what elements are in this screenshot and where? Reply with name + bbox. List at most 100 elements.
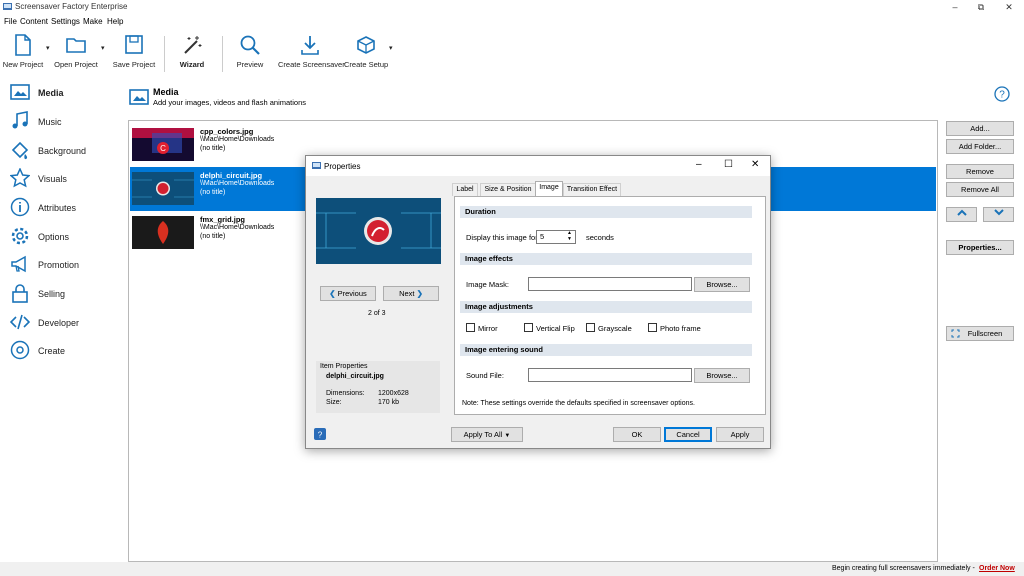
create-screensaver-button[interactable]: Create Screensaver — [278, 34, 345, 69]
tab-size-position[interactable]: Size & Position — [480, 183, 536, 196]
app-icon — [3, 3, 12, 10]
svg-text:?: ? — [318, 431, 323, 440]
properties-button[interactable]: Properties... — [946, 240, 1014, 255]
move-down-button[interactable] — [983, 207, 1014, 222]
browse-mask-button[interactable]: Browse... — [694, 277, 750, 292]
apply-button[interactable]: Apply — [716, 427, 764, 442]
open-project-label: Open Project — [54, 60, 98, 69]
mirror-checkbox[interactable]: Mirror — [466, 323, 498, 333]
help-icon[interactable]: ? — [314, 428, 326, 440]
thumbnail-fmx-grid — [132, 216, 194, 249]
dialog-minimize-button[interactable]: – — [696, 159, 702, 170]
menu-make[interactable]: Make — [83, 17, 103, 26]
browse-sound-button[interactable]: Browse... — [694, 368, 750, 383]
duration-section-header: Duration — [460, 206, 752, 218]
remove-all-button[interactable]: Remove All — [946, 182, 1014, 197]
stepper-arrows-icon[interactable]: ▲ ▼ — [567, 230, 572, 242]
dialog-maximize-button[interactable]: ☐ — [724, 159, 733, 170]
tab-transition-effect[interactable]: Transition Effect — [563, 183, 621, 196]
save-project-label: Save Project — [112, 60, 156, 69]
item-title: (no title) — [200, 233, 226, 240]
seconds-label: seconds — [586, 233, 614, 242]
download-icon — [301, 36, 319, 55]
sidebar-item-attributes[interactable]: Attributes — [8, 197, 118, 221]
previous-label: Previous — [337, 289, 367, 298]
cancel-button[interactable]: Cancel — [664, 427, 712, 442]
display-for-label: Display this image for — [466, 233, 538, 242]
tab-image[interactable]: Image — [535, 181, 563, 197]
folder-icon — [66, 38, 86, 53]
checkbox-box[interactable] — [586, 323, 595, 332]
close-button[interactable]: ✕ — [996, 0, 1022, 14]
chevron-down-icon — [993, 209, 1004, 216]
add-folder-button[interactable]: Add Folder... — [946, 139, 1014, 154]
sidebar-item-selling[interactable]: Selling — [8, 283, 118, 307]
duration-value: 5 — [540, 232, 545, 241]
help-icon[interactable]: ? — [994, 86, 1010, 102]
create-setup-dropdown-icon[interactable]: ▾ — [389, 44, 393, 52]
preview-button[interactable]: Preview — [230, 34, 270, 69]
media-icon — [10, 84, 30, 100]
sidebar-item-label: Create — [38, 346, 66, 356]
gear-icon — [11, 227, 29, 245]
photo-frame-checkbox[interactable]: Photo frame — [648, 323, 701, 333]
sidebar-item-media[interactable]: Media — [8, 82, 118, 106]
open-project-button[interactable]: Open Project — [54, 34, 98, 69]
menu-content[interactable]: Content — [20, 17, 48, 26]
package-icon — [357, 36, 375, 54]
wizard-button[interactable]: Wizard — [172, 34, 212, 69]
sidebar-item-developer[interactable]: Developer — [8, 312, 118, 336]
new-project-button[interactable]: New Project — [2, 34, 44, 69]
sidebar-item-create[interactable]: Create — [8, 340, 118, 364]
ok-button[interactable]: OK — [613, 427, 661, 442]
duration-stepper[interactable]: 5 ▲ ▼ — [536, 230, 576, 244]
menu-settings[interactable]: Settings — [51, 17, 80, 26]
size-value: 170 kb — [378, 399, 400, 406]
item-properties-panel: Item Properties delphi_circuit.jpg Dimen… — [316, 361, 440, 413]
create-setup-button[interactable]: Create Setup — [344, 34, 388, 69]
sidebar-item-label: Background — [38, 146, 87, 156]
sidebar-item-promotion[interactable]: Promotion — [8, 254, 118, 278]
size-label: Size: — [326, 399, 342, 406]
image-preview — [316, 198, 441, 264]
save-project-button[interactable]: Save Project — [112, 34, 156, 69]
dialog-close-button[interactable]: ✕ — [751, 159, 759, 170]
sidebar-item-label: Attributes — [38, 203, 77, 213]
megaphone-icon — [11, 255, 26, 273]
sidebar-item-label: Developer — [38, 318, 80, 328]
grayscale-checkbox[interactable]: Grayscale — [586, 323, 632, 333]
sidebar-item-visuals[interactable]: Visuals — [8, 168, 118, 192]
minimize-button[interactable]: – — [942, 0, 968, 14]
create-screensaver-label: Create Screensaver — [278, 60, 345, 69]
vertical-flip-checkbox[interactable]: Vertical Flip — [524, 323, 575, 333]
info-icon — [10, 197, 30, 217]
open-project-dropdown-icon[interactable]: ▾ — [101, 44, 105, 52]
order-now-link[interactable]: Order Now — [979, 565, 1015, 572]
dialog-title-bar: Properties – ☐ ✕ — [306, 156, 770, 176]
add-button[interactable]: Add... — [946, 121, 1014, 136]
sidebar-item-options[interactable]: Options — [8, 226, 118, 250]
next-button[interactable]: Next ❯ — [383, 286, 439, 301]
new-project-dropdown-icon[interactable]: ▾ — [46, 44, 50, 52]
toolbar-separator — [164, 36, 165, 72]
apply-to-all-button[interactable]: Apply To All ▼ — [451, 427, 523, 442]
maximize-button[interactable]: ⧉ — [968, 0, 994, 14]
checkbox-box[interactable] — [524, 323, 533, 332]
image-mask-input[interactable] — [528, 277, 692, 291]
menu-file[interactable]: File — [4, 17, 17, 26]
checkbox-box[interactable] — [466, 323, 475, 332]
fullscreen-button[interactable]: Fullscreen — [946, 326, 1014, 341]
move-up-button[interactable] — [946, 207, 977, 222]
remove-button[interactable]: Remove — [946, 164, 1014, 179]
menu-help[interactable]: Help — [107, 17, 123, 26]
sidebar-item-label: Music — [38, 117, 62, 127]
tab-label[interactable]: Label — [452, 183, 478, 196]
disc-icon — [10, 340, 30, 360]
thumbnail-cpp-colors: C — [132, 128, 194, 161]
sound-file-input[interactable] — [528, 368, 692, 382]
checkbox-box[interactable] — [648, 323, 657, 332]
previous-button[interactable]: ❮ Previous — [320, 286, 376, 301]
sidebar-item-music[interactable]: Music — [8, 111, 118, 135]
sidebar-item-background[interactable]: Background — [8, 140, 118, 164]
star-icon — [10, 168, 30, 188]
